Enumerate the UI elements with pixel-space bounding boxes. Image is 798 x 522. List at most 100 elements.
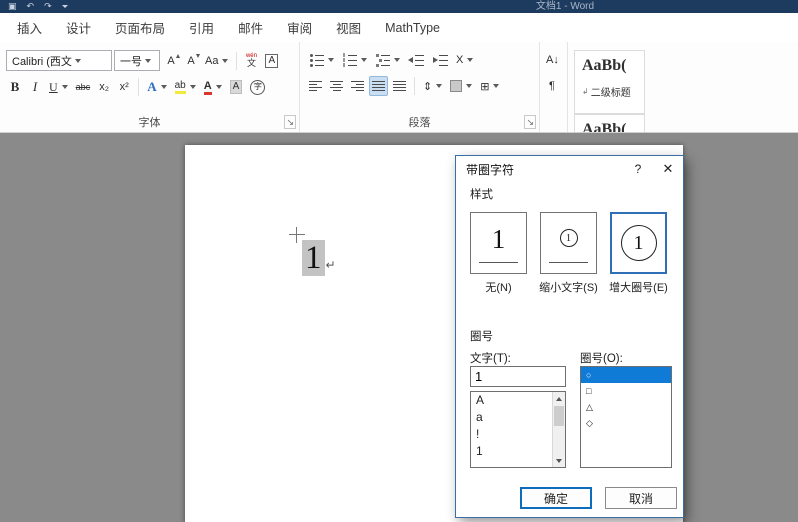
character-border-button[interactable]: A: [262, 51, 281, 71]
character-shading-icon: A: [230, 80, 243, 94]
decrease-indent-button[interactable]: [405, 50, 427, 70]
circle-list-item[interactable]: □: [581, 383, 671, 399]
shading-button[interactable]: [447, 76, 475, 96]
scroll-down-icon[interactable]: [553, 454, 565, 467]
enclose-characters-dialog: 带圈字符 ? ✕ 样式 1 无(N) 1: [455, 155, 684, 518]
redo-icon[interactable]: ↷: [44, 0, 52, 13]
paragraph-group-label: 段落 ↘: [300, 114, 539, 130]
paragraph-marks-icon: ¶: [549, 80, 555, 92]
text-list-item[interactable]: a: [471, 409, 565, 426]
font-color-button[interactable]: A: [201, 77, 225, 97]
superscript-button[interactable]: x²: [115, 77, 133, 97]
baseline-icon: [549, 262, 588, 263]
style-option-shrink-text[interactable]: 1 缩小文字(S): [540, 212, 597, 295]
character-border-icon: A: [265, 54, 278, 68]
dialog-title-bar: 带圈字符 ? ✕: [456, 156, 683, 182]
cancel-button[interactable]: 取消: [605, 487, 677, 509]
font-name-combo[interactable]: Calibri (西文: [6, 50, 112, 71]
align-center-button[interactable]: [327, 76, 346, 96]
subscript-button[interactable]: x₂: [95, 77, 113, 97]
chevron-down-icon: [394, 58, 400, 62]
text-list-scrollbar[interactable]: [552, 392, 565, 467]
strikethrough-button[interactable]: abc: [73, 77, 94, 97]
ok-button[interactable]: 确定: [520, 487, 592, 509]
chevron-down-icon: [190, 85, 196, 89]
increase-indent-button[interactable]: [429, 50, 451, 70]
shading-icon: [450, 80, 462, 92]
tab-mathtype[interactable]: MathType: [373, 13, 452, 42]
style-option-label: 缩小文字(S): [539, 279, 598, 295]
text-list-item[interactable]: 1: [471, 443, 565, 460]
style-option-none[interactable]: 1 无(N): [470, 212, 527, 295]
font-size-combo[interactable]: 一号: [114, 50, 160, 71]
font-name-value: Calibri (西文: [12, 53, 72, 69]
text-input[interactable]: [470, 366, 566, 387]
font-dialog-launcher[interactable]: ↘: [284, 115, 296, 129]
sort-button[interactable]: A↓: [543, 50, 562, 70]
character-shading-button[interactable]: A: [227, 77, 246, 97]
underline-icon: U: [49, 80, 58, 95]
tab-mailings[interactable]: 邮件: [226, 13, 275, 42]
undo-icon[interactable]: ↶: [27, 0, 35, 13]
decrease-indent-icon: [408, 55, 424, 66]
circle-section-label: 圈号: [470, 328, 493, 344]
tab-insert[interactable]: 插入: [5, 13, 54, 42]
dialog-close-button[interactable]: ✕: [653, 156, 683, 182]
asian-layout-button[interactable]: X: [453, 50, 476, 70]
qat-customize-icon[interactable]: [62, 5, 68, 8]
multilevel-list-button[interactable]: [372, 50, 403, 70]
highlight-icon: ab: [175, 80, 186, 94]
tab-view[interactable]: 视图: [324, 13, 373, 42]
circle-list-item[interactable]: ◇: [581, 415, 671, 431]
borders-icon: ⊞: [480, 80, 489, 93]
tab-design[interactable]: 设计: [54, 13, 103, 42]
italic-button[interactable]: I: [26, 77, 44, 97]
tab-review[interactable]: 审阅: [275, 13, 324, 42]
save-icon[interactable]: ▣: [8, 0, 17, 13]
text-highlight-button[interactable]: ab: [172, 77, 199, 97]
text-list-item[interactable]: A: [471, 392, 565, 409]
circle-list-item[interactable]: △: [581, 399, 671, 415]
text-list-item[interactable]: !: [471, 426, 565, 443]
text-listbox[interactable]: A a ! 1: [470, 391, 566, 468]
align-right-icon: [351, 81, 364, 92]
change-case-button[interactable]: Aa: [202, 51, 231, 71]
scroll-up-icon[interactable]: [553, 392, 565, 405]
line-spacing-button[interactable]: ⇕: [420, 76, 445, 96]
tab-page-layout[interactable]: 页面布局: [103, 13, 177, 42]
chevron-down-icon: [436, 84, 442, 88]
chevron-down-icon: [466, 84, 472, 88]
align-justify-button[interactable]: [369, 76, 388, 96]
style-card-heading2[interactable]: AaBb( ↲ 二级标题: [574, 50, 645, 114]
selected-character[interactable]: 1: [302, 240, 325, 276]
document-text[interactable]: 1 ↵: [302, 240, 336, 276]
circle-listbox[interactable]: ○ □ △ ◇: [580, 366, 672, 468]
superscript-icon: x²: [120, 81, 129, 93]
borders-button[interactable]: ⊞: [477, 76, 502, 96]
align-left-button[interactable]: [306, 76, 325, 96]
style-card-heading3[interactable]: AaBb( ↲ 三级标题: [574, 114, 645, 132]
underline-button[interactable]: U: [46, 77, 71, 97]
text-effects-button[interactable]: A: [144, 77, 169, 97]
bullets-button[interactable]: [306, 50, 337, 70]
enclose-characters-button[interactable]: 字: [247, 77, 268, 97]
shrink-font-button[interactable]: A: [182, 51, 200, 71]
align-distribute-button[interactable]: [390, 76, 409, 96]
title-bar: ▣ ↶ ↷ 文档1 - Word: [0, 0, 798, 13]
subscript-icon: x₂: [99, 81, 109, 93]
show-marks-button[interactable]: ¶: [543, 76, 561, 96]
style-option-label: 增大圈号(E): [609, 279, 668, 295]
tab-references[interactable]: 引用: [177, 13, 226, 42]
phonetic-guide-button[interactable]: wén 文: [242, 51, 260, 71]
align-right-button[interactable]: [348, 76, 367, 96]
linked-style-icon: ↲: [582, 87, 589, 96]
grow-font-button[interactable]: A: [162, 51, 180, 71]
style-option-shrink-preview: 1: [540, 212, 597, 274]
bold-button[interactable]: B: [6, 77, 24, 97]
paragraph-dialog-launcher[interactable]: ↘: [524, 115, 536, 129]
numbering-button[interactable]: [339, 50, 370, 70]
circle-list-item[interactable]: ○: [581, 367, 671, 383]
scrollbar-thumb[interactable]: [554, 406, 564, 426]
dialog-help-button[interactable]: ?: [623, 156, 653, 182]
style-option-enlarge-circle[interactable]: 1 增大圈号(E): [610, 212, 667, 295]
